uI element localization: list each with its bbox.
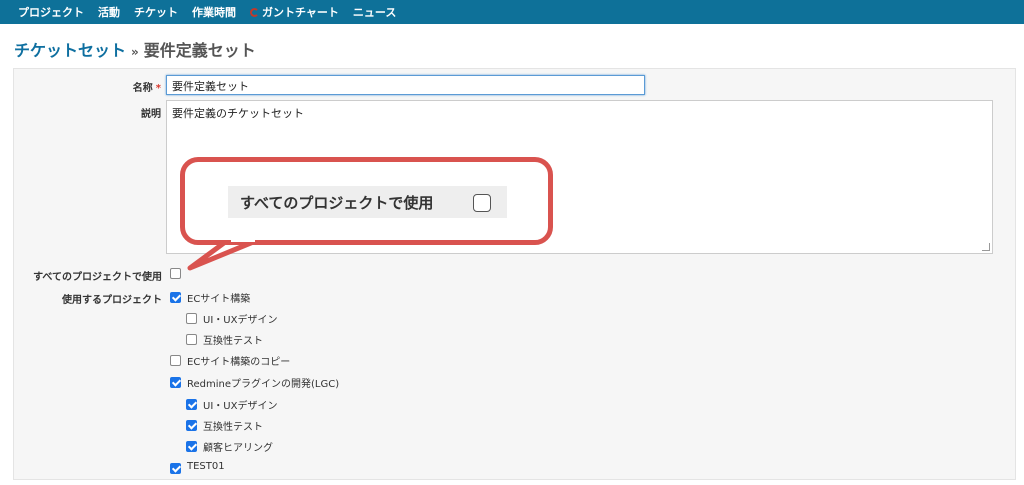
resize-grip[interactable] xyxy=(982,243,990,251)
project-label-redmine-plugin: Redmineプラグインの開発(LGC) xyxy=(187,379,340,390)
name-input[interactable]: 要件定義セット xyxy=(166,75,645,95)
required-mark: * xyxy=(155,83,161,94)
project-checkbox-ec-copy[interactable] xyxy=(170,355,181,366)
menu-item-gantt-label: ガントチャート xyxy=(262,6,339,19)
callout-text: すべてのプロジェクトで使用 xyxy=(240,194,434,212)
name-label-text: 名称 xyxy=(132,83,153,94)
project-checkbox-hearing[interactable] xyxy=(186,441,197,452)
project-label-ec-site: ECサイト構築 xyxy=(187,294,251,305)
project-label-test01: TEST01 xyxy=(187,461,225,472)
menu-item-activity[interactable]: 活動 xyxy=(98,4,120,20)
all-projects-checkbox[interactable] xyxy=(170,268,181,279)
project-label-ec-copy: ECサイト構築のコピー xyxy=(187,357,291,368)
breadcrumb-current: 要件定義セット xyxy=(143,41,256,60)
project-label-uiux-2: UI・UXデザイン xyxy=(203,401,278,412)
menu-item-projects[interactable]: プロジェクト xyxy=(18,4,84,20)
project-label-compat-1: 互換性テスト xyxy=(203,336,263,347)
project-checkbox-redmine-plugin[interactable] xyxy=(170,377,181,388)
project-checkbox-uiux-1[interactable] xyxy=(186,313,197,324)
callout-checkbox xyxy=(473,194,491,212)
project-checkbox-uiux-2[interactable] xyxy=(186,399,197,410)
project-label-uiux-1: UI・UXデザイン xyxy=(203,315,278,326)
projects-label: 使用するプロジェクト xyxy=(62,295,162,306)
name-label: 名称 * xyxy=(40,79,161,94)
project-checkbox-ec-site[interactable] xyxy=(170,292,181,303)
menu-item-time-entries[interactable]: 作業時間 xyxy=(192,4,236,20)
project-label-hearing: 顧客ヒアリング xyxy=(203,443,273,454)
all-projects-label: すべてのプロジェクトで使用 xyxy=(33,272,162,283)
project-checkbox-compat-2[interactable] xyxy=(186,420,197,431)
description-label: 説明 xyxy=(141,109,161,120)
page-title: チケットセット » 要件定義セット xyxy=(14,37,256,61)
breadcrumb-parent-link[interactable]: チケットセット xyxy=(14,41,126,60)
breadcrumb-separator: » xyxy=(131,45,139,59)
gantt-icon xyxy=(250,7,259,17)
menu-item-issues[interactable]: チケット xyxy=(134,4,178,20)
project-checkbox-test01[interactable] xyxy=(170,463,181,474)
description-text: 要件定義のチケットセット xyxy=(172,107,304,120)
project-checkbox-compat-1[interactable] xyxy=(186,334,197,345)
menu-item-news[interactable]: ニュース xyxy=(353,4,396,20)
top-menu-bar: プロジェクト 活動 チケット 作業時間 ガントチャート ニュース xyxy=(0,0,1024,24)
menu-item-gantt[interactable]: ガントチャート xyxy=(250,4,339,20)
project-label-compat-2: 互換性テスト xyxy=(203,422,263,433)
